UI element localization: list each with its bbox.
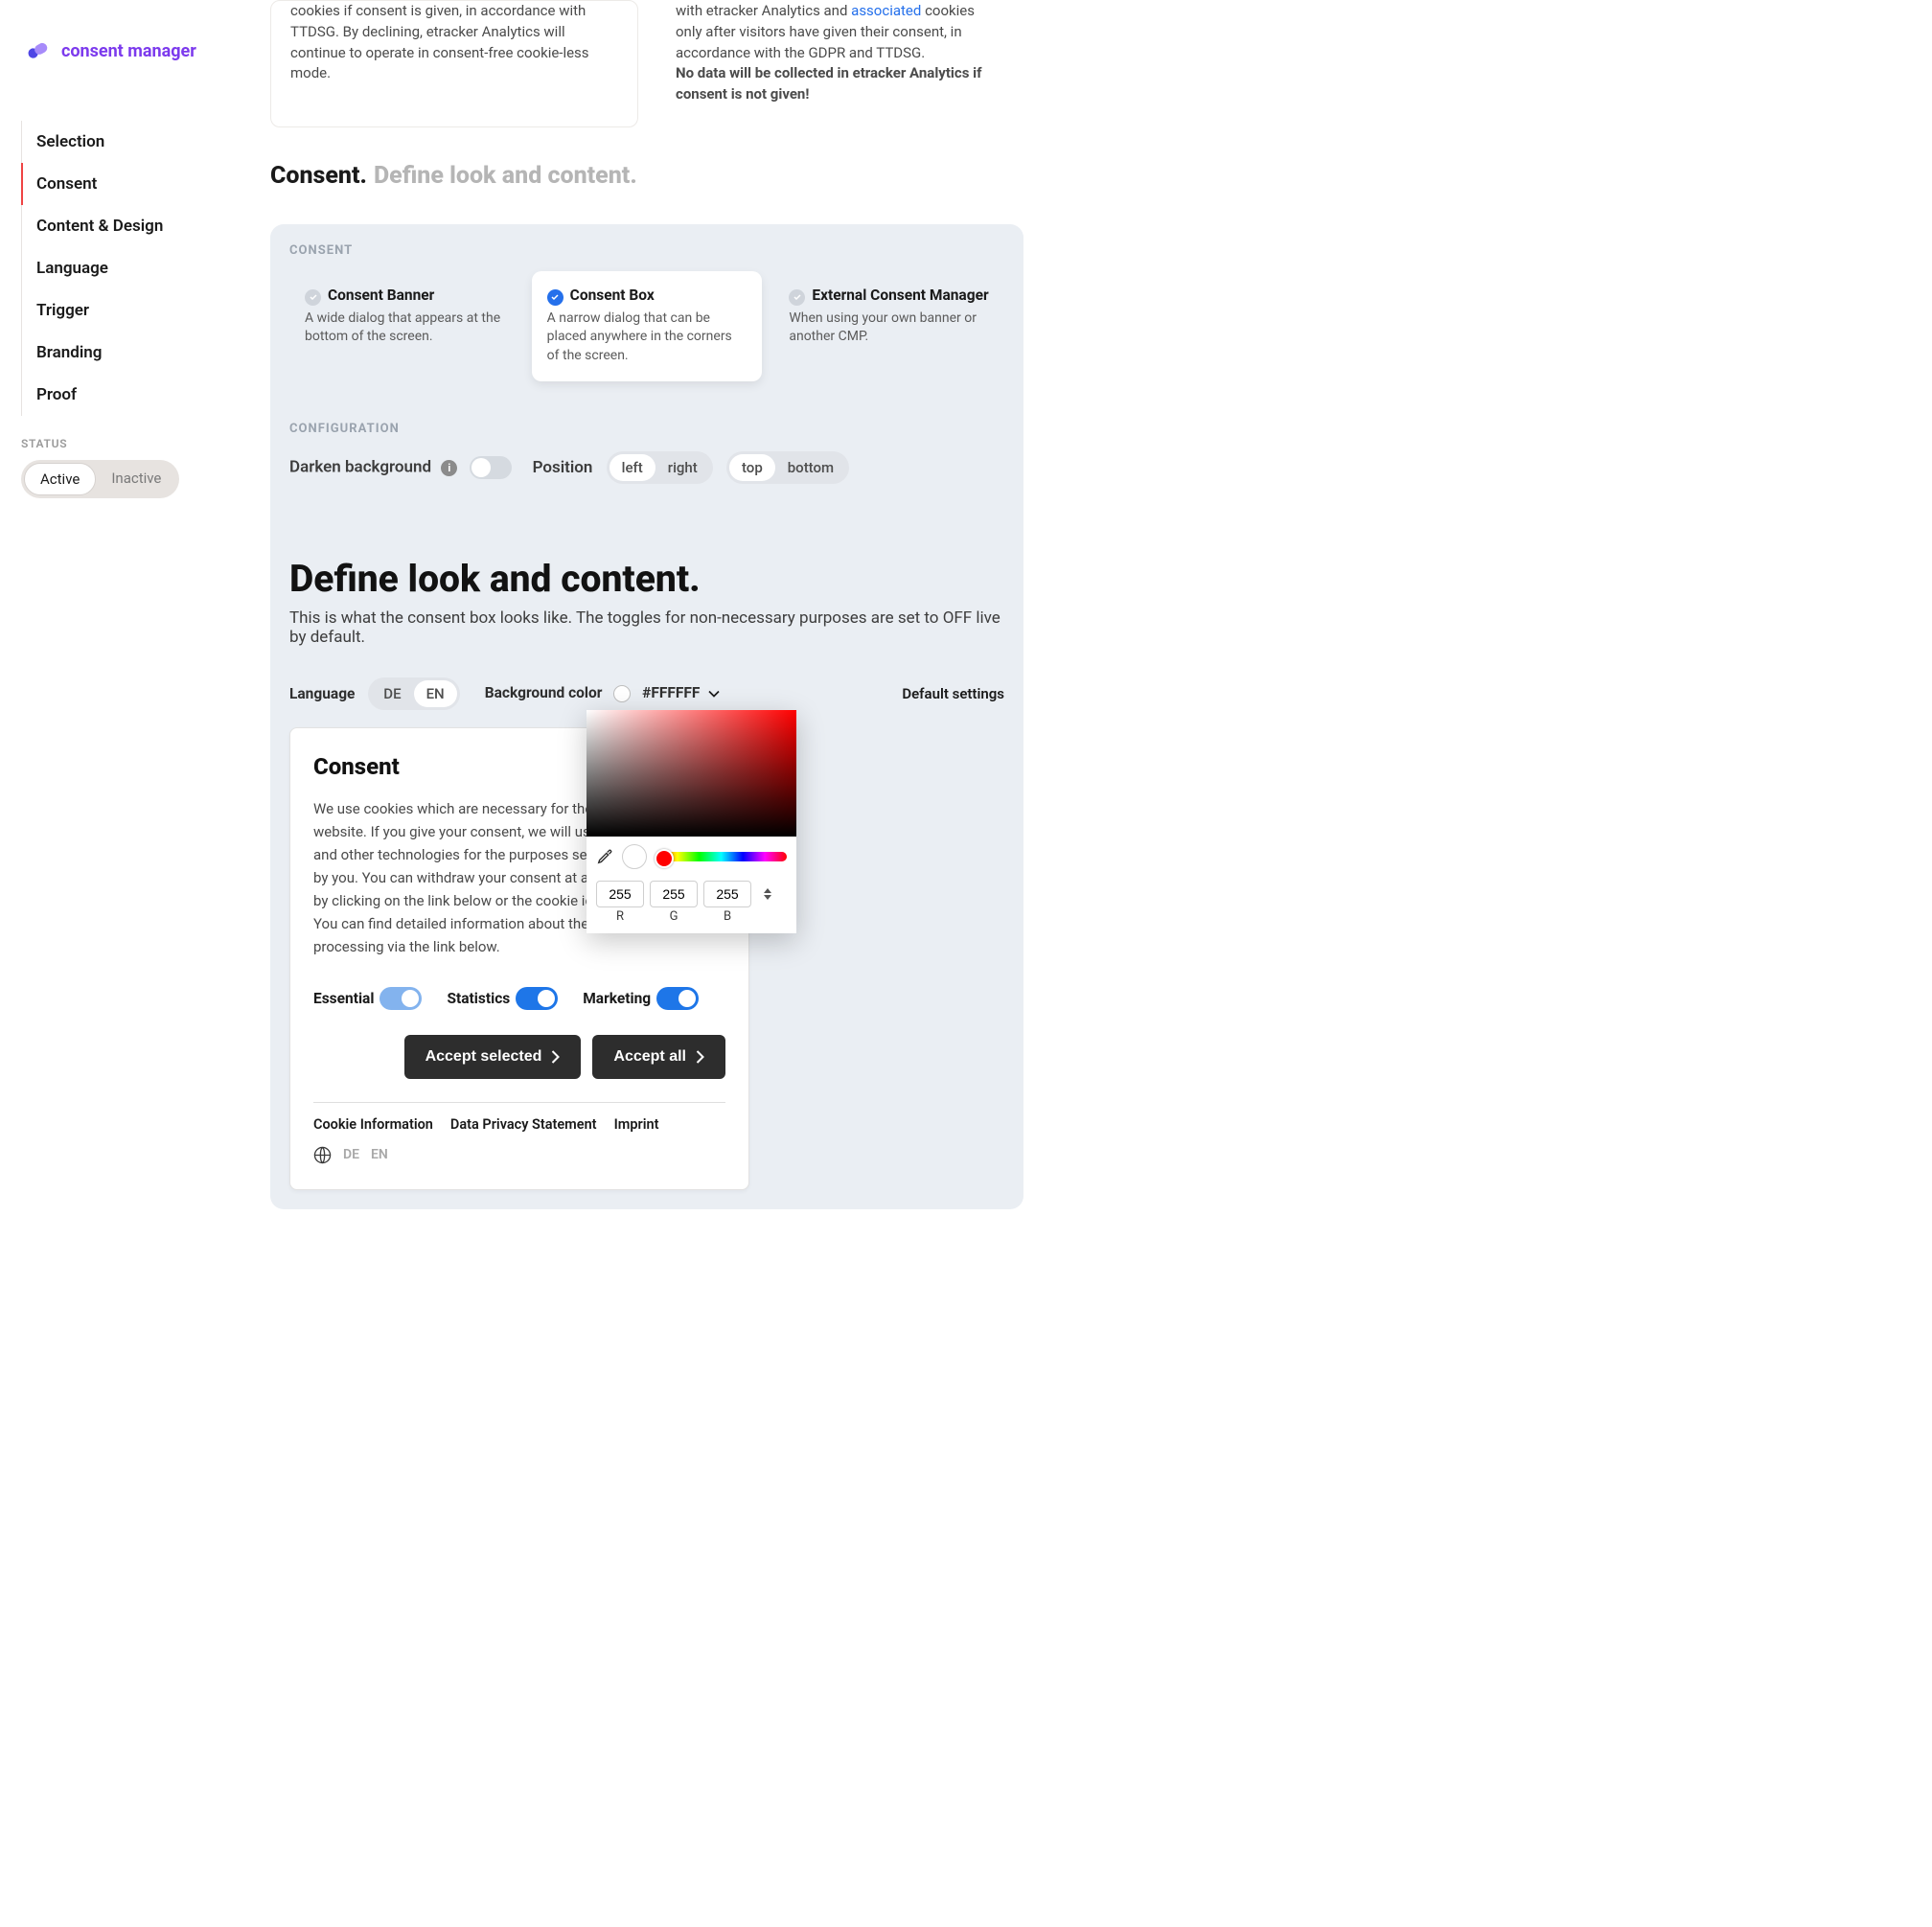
option-consent-box[interactable]: Consent Box A narrow dialog that can be … bbox=[532, 271, 763, 381]
option-desc: When using your own banner or another CM… bbox=[789, 310, 989, 347]
section-heading: Consent. Define look and content. bbox=[270, 162, 1024, 190]
chevron-right-icon bbox=[551, 1050, 560, 1064]
define-subheading: This is what the consent box looks like.… bbox=[289, 608, 1004, 647]
darken-text: Darken background bbox=[289, 457, 431, 476]
g-input[interactable] bbox=[650, 881, 698, 907]
purpose-essential: Essential bbox=[313, 987, 422, 1010]
position-vertical[interactable]: top bottom bbox=[726, 451, 849, 484]
hue-slider[interactable] bbox=[656, 852, 787, 861]
r-input[interactable] bbox=[596, 881, 644, 907]
current-color-swatch bbox=[622, 844, 647, 869]
purpose-label: Essential bbox=[313, 990, 374, 1007]
color-picker-popover[interactable]: R G B bbox=[586, 710, 796, 933]
configuration-label: CONFIGURATION bbox=[289, 422, 1004, 436]
consent-panel-label: CONSENT bbox=[289, 243, 1004, 258]
pos-left[interactable]: left bbox=[610, 454, 656, 481]
option-title: External Consent Manager bbox=[812, 287, 989, 304]
info-icon[interactable]: i bbox=[441, 460, 457, 476]
section-subtitle: Define look and content. bbox=[374, 162, 637, 190]
position-control: Position left right top bottom bbox=[533, 451, 850, 484]
nav-consent[interactable]: Consent bbox=[21, 163, 228, 205]
language-segment[interactable]: DE EN bbox=[368, 677, 459, 710]
status-active[interactable]: Active bbox=[24, 463, 96, 495]
r-label: R bbox=[596, 909, 644, 924]
pos-right[interactable]: right bbox=[656, 454, 710, 481]
option-desc: A narrow dialog that can be placed anywh… bbox=[547, 310, 748, 366]
essential-toggle bbox=[380, 987, 422, 1010]
default-settings-link[interactable]: Default settings bbox=[902, 685, 1004, 702]
saturation-picker[interactable] bbox=[586, 710, 796, 837]
top-cards: cookies if consent is given, in accordan… bbox=[270, 0, 1024, 127]
logo-icon bbox=[21, 34, 54, 67]
g-label: G bbox=[650, 909, 698, 924]
nav-proof[interactable]: Proof bbox=[21, 374, 228, 416]
footer-lang-en[interactable]: EN bbox=[371, 1147, 388, 1162]
nav-content-design[interactable]: Content & Design bbox=[21, 205, 228, 247]
pos-top[interactable]: top bbox=[729, 454, 775, 481]
imprint-link[interactable]: Imprint bbox=[614, 1116, 659, 1133]
darken-background-label: Darken background i bbox=[289, 456, 512, 479]
background-color-control[interactable]: Background color #FFFFFF bbox=[485, 684, 721, 702]
pos-bottom[interactable]: bottom bbox=[775, 454, 846, 481]
hex-value: #FFFFFF bbox=[642, 684, 700, 701]
purpose-label: Marketing bbox=[583, 990, 651, 1007]
b-label: B bbox=[703, 909, 751, 924]
cookie-info-link[interactable]: Cookie Information bbox=[313, 1116, 433, 1133]
statistics-toggle[interactable] bbox=[516, 987, 558, 1010]
lang-de[interactable]: DE bbox=[371, 680, 413, 707]
nav-selection[interactable]: Selection bbox=[21, 121, 228, 163]
nav-trigger[interactable]: Trigger bbox=[21, 289, 228, 332]
position-label: Position bbox=[533, 458, 593, 477]
consent-panel: CONSENT Consent Banner A wide dialog tha… bbox=[270, 224, 1024, 1209]
define-heading: Define look and content. bbox=[289, 557, 1004, 601]
accept-selected-button[interactable]: Accept selected bbox=[404, 1035, 582, 1079]
language-label: Language bbox=[289, 685, 355, 702]
darken-toggle[interactable] bbox=[470, 456, 512, 479]
footer-lang-de[interactable]: DE bbox=[343, 1147, 359, 1162]
marketing-toggle[interactable] bbox=[656, 987, 699, 1010]
logo: consent manager bbox=[21, 34, 228, 67]
top-right-bold: No data will be collected in etracker An… bbox=[676, 64, 981, 103]
chevron-right-icon bbox=[696, 1050, 704, 1064]
radio-icon bbox=[789, 289, 805, 306]
btn-label: Accept selected bbox=[426, 1048, 542, 1066]
purpose-marketing: Marketing bbox=[583, 987, 699, 1010]
status-toggle[interactable]: Active Inactive bbox=[21, 460, 179, 498]
status-inactive[interactable]: Inactive bbox=[96, 463, 176, 495]
btn-label: Accept all bbox=[613, 1048, 686, 1066]
option-desc: A wide dialog that appears at the bottom… bbox=[305, 310, 505, 347]
top-card-right: with etracker Analytics and associated c… bbox=[656, 0, 1024, 127]
option-consent-banner[interactable]: Consent Banner A wide dialog that appear… bbox=[289, 271, 520, 381]
radio-icon bbox=[547, 289, 564, 306]
privacy-link[interactable]: Data Privacy Statement bbox=[450, 1116, 597, 1133]
eyedropper-icon[interactable] bbox=[596, 848, 613, 865]
bg-label: Background color bbox=[485, 684, 603, 701]
nav-language[interactable]: Language bbox=[21, 247, 228, 289]
lang-en[interactable]: EN bbox=[414, 680, 457, 707]
accept-all-button[interactable]: Accept all bbox=[592, 1035, 725, 1079]
top-right-text-a: with etracker Analytics and bbox=[676, 2, 851, 19]
color-mode-stepper[interactable] bbox=[761, 884, 774, 904]
top-card-left: cookies if consent is given, in accordan… bbox=[270, 0, 638, 127]
status-label: STATUS bbox=[21, 437, 228, 450]
chevron-down-icon bbox=[708, 690, 720, 698]
section-title: Consent. bbox=[270, 162, 367, 190]
logo-text: consent manager bbox=[61, 41, 196, 61]
option-title: Consent Box bbox=[570, 287, 748, 304]
sidebar-nav: Selection Consent Content & Design Langu… bbox=[21, 121, 228, 416]
nav-branding[interactable]: Branding bbox=[21, 332, 228, 374]
b-input[interactable] bbox=[703, 881, 751, 907]
purpose-statistics: Statistics bbox=[447, 987, 558, 1010]
radio-icon bbox=[305, 289, 321, 306]
option-title: Consent Banner bbox=[328, 287, 505, 304]
globe-icon bbox=[313, 1146, 332, 1164]
color-swatch[interactable] bbox=[613, 685, 631, 702]
option-external-cmp[interactable]: External Consent Manager When using your… bbox=[773, 271, 1004, 381]
associated-link[interactable]: associated bbox=[851, 2, 921, 19]
position-horizontal[interactable]: left right bbox=[607, 451, 713, 484]
purpose-label: Statistics bbox=[447, 990, 510, 1007]
language-control: Language DE EN bbox=[289, 677, 460, 710]
